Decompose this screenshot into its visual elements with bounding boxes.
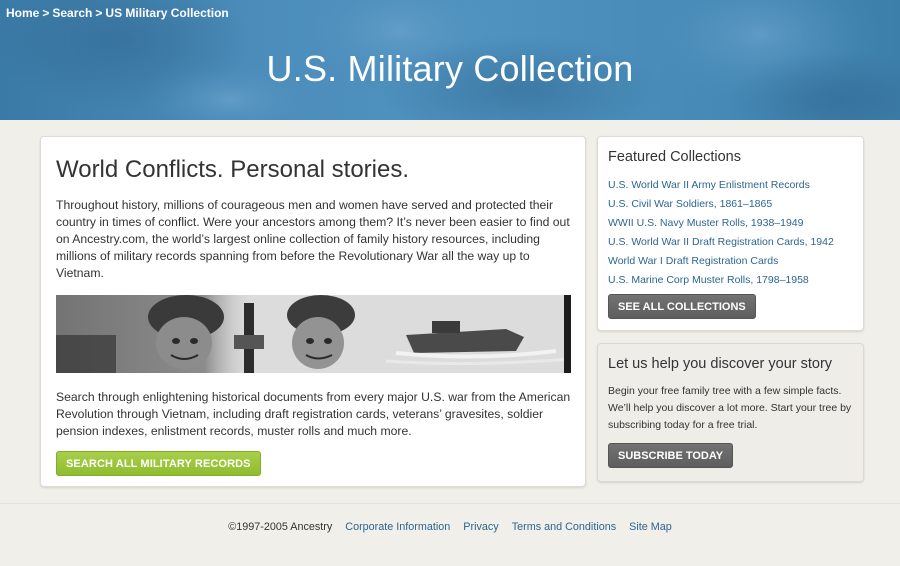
collection-link-ww2-navy-muster[interactable]: WWII U.S. Navy Muster Rolls, 1938–1949 — [608, 217, 804, 229]
collection-link-marine-muster[interactable]: U.S. Marine Corp Muster Rolls, 1798–1958 — [608, 274, 809, 286]
see-all-collections-button[interactable]: SEE ALL COLLECTIONS — [608, 294, 756, 319]
list-item: World War I Draft Registration Cards — [608, 252, 853, 271]
page-title: U.S. Military Collection — [266, 48, 634, 89]
subscribe-today-button[interactable]: SUBSCRIBE TODAY — [608, 443, 734, 468]
featured-collections-heading: Featured Collections — [608, 149, 741, 165]
breadcrumb-current: US Military Collection — [105, 6, 229, 20]
featured-collections-card: Featured Collections U.S. World War II A… — [597, 136, 864, 331]
breadcrumb-home-link[interactable]: Home — [6, 6, 39, 20]
collection-link-civil-war-soldiers[interactable]: U.S. Civil War Soldiers, 1861–1865 — [608, 198, 772, 210]
list-item: U.S. World War II Army Enlistment Record… — [608, 176, 853, 195]
featured-collections-list: U.S. World War II Army Enlistment Record… — [608, 176, 853, 290]
footer-link-corporate-information[interactable]: Corporate Information — [345, 521, 450, 533]
list-item: U.S. Marine Corp Muster Rolls, 1798–1958 — [608, 271, 853, 290]
soldiers-banner-image — [56, 295, 571, 373]
details-paragraph: Search through enlightening historical d… — [56, 390, 571, 438]
intro-paragraph: Throughout history, millions of courageo… — [56, 198, 570, 280]
list-item: U.S. Civil War Soldiers, 1861–1865 — [608, 195, 853, 214]
collection-link-ww2-army-enlistment[interactable]: U.S. World War II Army Enlistment Record… — [608, 179, 810, 191]
copyright-text: ©1997-2005 Ancestry — [228, 521, 333, 533]
breadcrumb-separator: > — [42, 6, 50, 20]
soldiers-banner-illustration — [56, 295, 571, 373]
list-item: WWII U.S. Navy Muster Rolls, 1938–1949 — [608, 214, 853, 233]
main-content-card: World Conflicts. Personal stories. Throu… — [40, 136, 586, 487]
page-footer: ©1997-2005 Ancestry Corporate Informatio… — [0, 503, 900, 566]
collection-link-ww2-draft-cards[interactable]: U.S. World War II Draft Registration Car… — [608, 236, 834, 248]
search-all-military-records-button[interactable]: SEARCH ALL MILITARY RECORDS — [56, 451, 261, 476]
breadcrumb: Home > Search > US Military Collection — [6, 6, 229, 20]
discover-story-heading: Let us help you discover your story — [608, 356, 833, 372]
footer-link-privacy[interactable]: Privacy — [463, 521, 498, 533]
footer-link-terms-and-conditions[interactable]: Terms and Conditions — [512, 521, 616, 533]
discover-story-text: Begin your free family tree with a few s… — [608, 385, 852, 431]
collection-link-ww1-draft-cards[interactable]: World War I Draft Registration Cards — [608, 255, 778, 267]
discover-story-card: Let us help you discover your story Begi… — [597, 343, 864, 482]
breadcrumb-search-link[interactable]: Search — [52, 6, 92, 20]
list-item: U.S. World War II Draft Registration Car… — [608, 233, 853, 252]
breadcrumb-separator: > — [95, 6, 103, 20]
main-heading: World Conflicts. Personal stories. — [56, 156, 410, 183]
hero-banner: Home > Search > US Military Collection U.S. … — [0, 0, 900, 120]
footer-link-site-map[interactable]: Site Map — [629, 521, 672, 533]
